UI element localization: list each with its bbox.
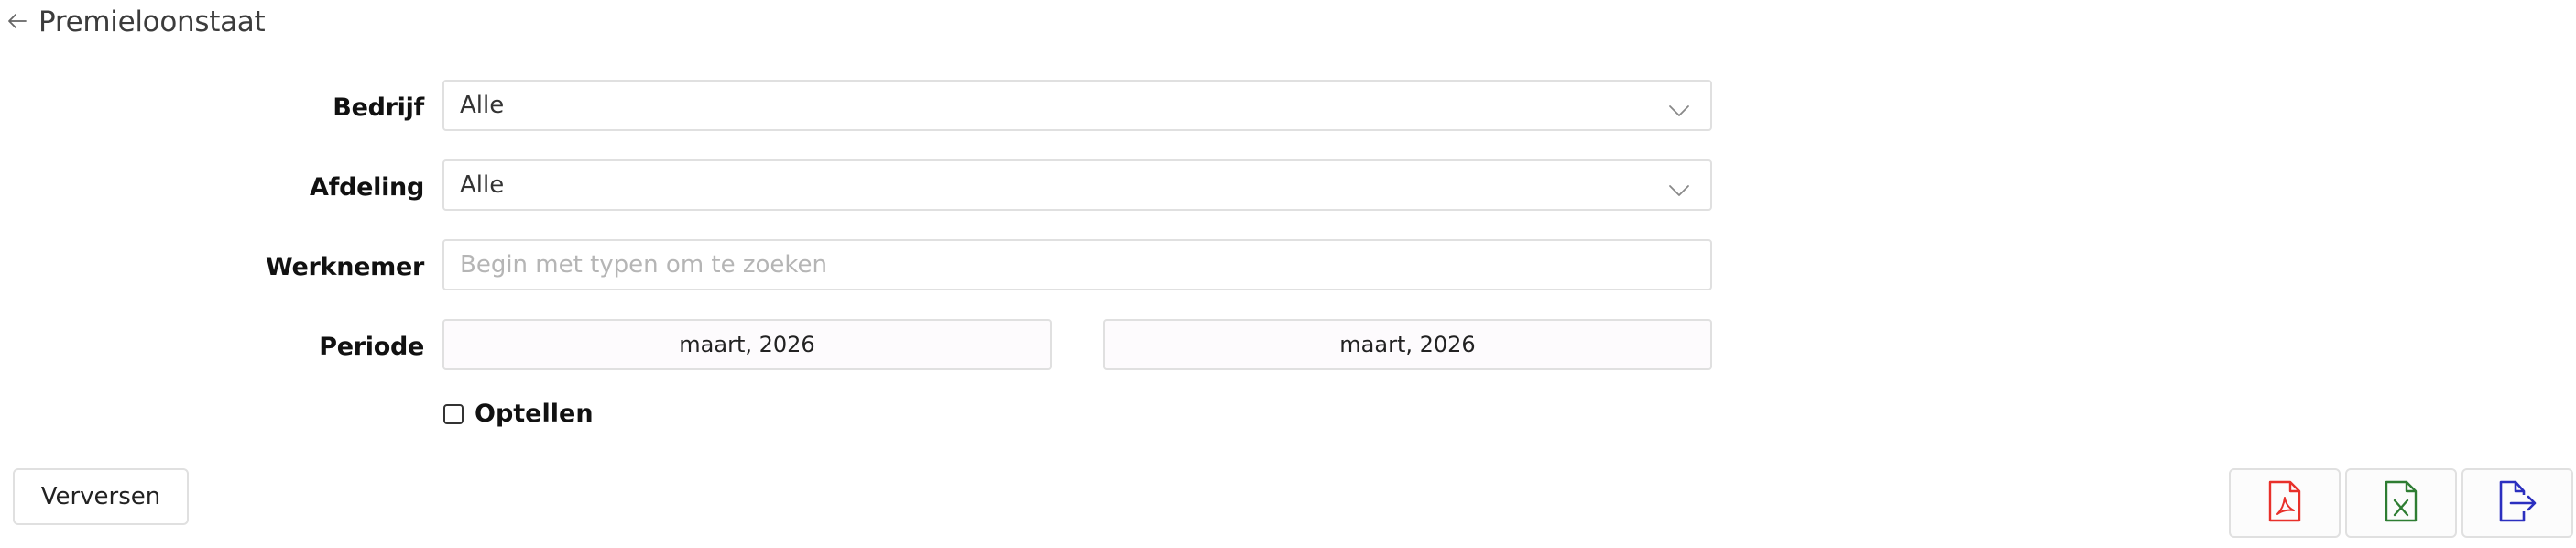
file-excel-icon [2382, 480, 2420, 526]
company-label: Bedrijf [333, 93, 424, 122]
department-select[interactable]: Alle [442, 159, 1712, 211]
employee-search-input[interactable] [442, 239, 1712, 290]
department-select-value: Alle [460, 171, 505, 199]
period-from-value: maart, 2026 [679, 332, 815, 357]
export-file-button[interactable] [2461, 468, 2573, 538]
export-excel-button[interactable] [2345, 468, 2457, 538]
period-label: Periode [319, 333, 424, 361]
sum-up-label: Optellen [475, 400, 594, 428]
export-pdf-button[interactable] [2229, 468, 2341, 538]
employee-label: Werknemer [266, 253, 424, 281]
company-select-value: Alle [460, 92, 505, 119]
page-header: Premieloonstaat [0, 0, 2576, 49]
refresh-button[interactable]: Verversen [13, 468, 189, 525]
arrow-left-icon[interactable] [7, 11, 27, 31]
sum-up-checkbox[interactable] [443, 404, 464, 424]
file-pdf-icon [2265, 480, 2304, 526]
department-label: Afdeling [310, 173, 424, 202]
period-from-picker[interactable]: maart, 2026 [442, 319, 1052, 370]
page-title: Premieloonstaat [38, 5, 266, 38]
file-export-icon [2498, 480, 2537, 526]
period-to-picker[interactable]: maart, 2026 [1103, 319, 1712, 370]
chevron-down-icon [1668, 97, 1690, 116]
period-to-value: maart, 2026 [1339, 332, 1476, 357]
chevron-down-icon [1668, 177, 1690, 196]
refresh-button-label: Verversen [40, 483, 161, 510]
company-select[interactable]: Alle [442, 80, 1712, 131]
